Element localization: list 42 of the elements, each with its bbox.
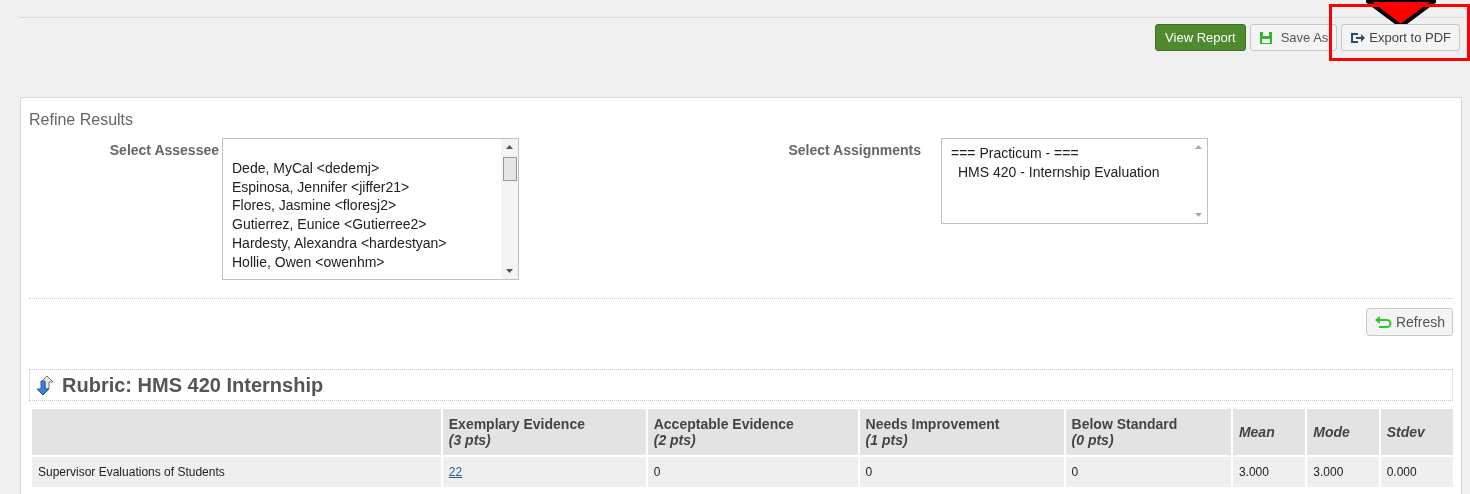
group-label: === Practicum - === xyxy=(951,144,1080,163)
list-option[interactable]: Hollie, Owen <owenhm> xyxy=(232,252,501,272)
column-header: Mode xyxy=(1307,409,1379,455)
column-header: Below Standard (0 pts) xyxy=(1065,409,1231,455)
column-header: Needs Improvement (1 pts) xyxy=(859,409,1064,455)
table-cell: 0 xyxy=(1065,457,1231,487)
table-cell: 3.000 xyxy=(1307,457,1379,487)
table-cell: Supervisor Evaluations of Students xyxy=(32,457,441,487)
assignments-listbox[interactable]: === Practicum - === HMS 420 - Internship Evaluation xyxy=(941,138,1208,224)
scroll-down-icon xyxy=(506,269,513,273)
scroll-up-icon xyxy=(1195,145,1202,149)
table-cell: 0 xyxy=(859,457,1064,487)
rubric-title: Rubric: HMS 420 Internship xyxy=(62,373,324,398)
swap-arrows-icon xyxy=(34,374,56,396)
list-option[interactable]: Flores, Jasmine <floresj2> xyxy=(232,196,501,216)
panel-title: Refine Results xyxy=(29,110,135,130)
count-link[interactable]: 22 xyxy=(448,463,463,481)
list-option[interactable]: Dede, MyCal <dedemj> xyxy=(232,159,501,178)
save-as-button[interactable]: Save As xyxy=(1249,24,1338,51)
assessee-label: Select Assessee xyxy=(109,142,219,158)
column-header: Stdev xyxy=(1380,409,1453,455)
list-option[interactable]: Espinosa, Jennifer <jiffer21> xyxy=(232,177,501,197)
refresh-button[interactable]: Refresh xyxy=(1365,308,1453,336)
undo-arrow-icon xyxy=(1373,315,1392,329)
list-option[interactable]: HMS 420 - Internship Evaluation xyxy=(951,163,1190,182)
export-icon xyxy=(1350,31,1366,44)
assignments-label: Select Assignments xyxy=(788,142,921,158)
table-cell: 3.000 xyxy=(1232,457,1306,487)
export-pdf-button[interactable]: Export to PDF xyxy=(1341,24,1460,51)
table-cell: 0.000 xyxy=(1380,457,1453,487)
scrollbar[interactable] xyxy=(501,139,518,279)
column-header: Mean xyxy=(1232,409,1306,455)
assessee-listbox[interactable]: Dede, MyCal <dedemj> Espinosa, Jennifer <jiffer21> Flores, Jasmine <floresj2> Gutierrez, Eunice <Gutierree2> Hardesty, Alexandra <hardestyan> Hollie, Owen <owenhm> xyxy=(222,138,519,280)
table-cell: 0 xyxy=(647,457,858,487)
column-header: Exemplary Evidence (3 pts) xyxy=(442,409,646,455)
column-header: Acceptable Evidence (2 pts) xyxy=(647,409,858,455)
list-option[interactable]: Hardesty, Alexandra <hardestyan> xyxy=(232,233,501,253)
scroll-up-icon xyxy=(506,145,513,149)
scroll-thumb[interactable] xyxy=(502,157,517,181)
list-option[interactable]: Gutierrez, Eunice <Gutierree2> xyxy=(232,215,501,234)
view-report-button[interactable]: View Report xyxy=(1155,24,1246,51)
scroll-down-icon xyxy=(1195,213,1202,217)
